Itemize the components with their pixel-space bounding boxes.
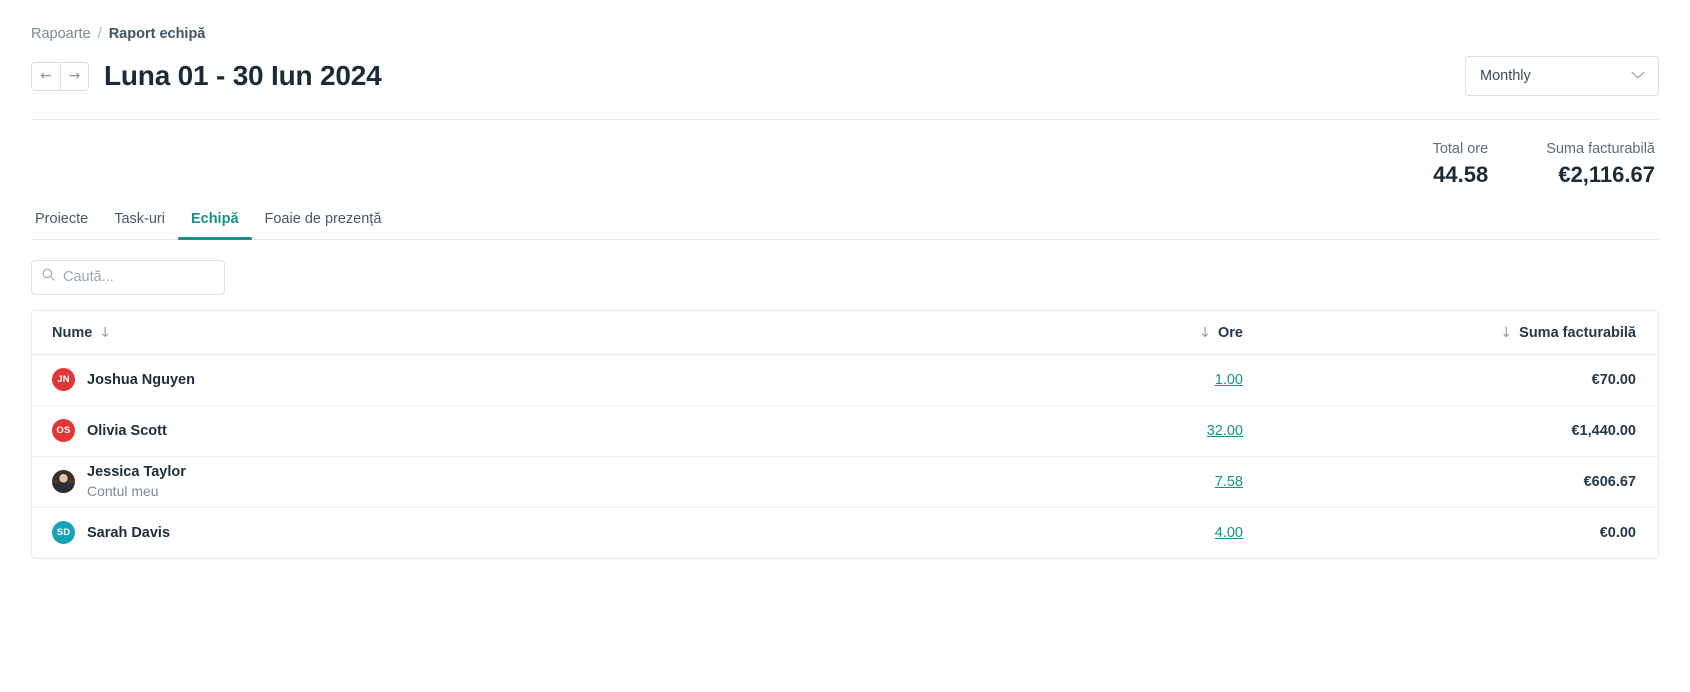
total-billable-block: Suma facturabilă €2,116.67 <box>1546 139 1655 190</box>
table-row[interactable]: OS Olivia Scott 32.00 €1,440.00 <box>32 405 1658 457</box>
table-row[interactable]: JN Joshua Nguyen 1.00 €70.00 <box>32 354 1658 406</box>
sort-descending-icon: ↓ <box>99 324 112 341</box>
hours-link[interactable]: 7.58 <box>1215 474 1243 490</box>
table-header-row: Nume ↓ ↓ Ore ↓ Suma facturabilă <box>32 310 1658 355</box>
table-body: JN Joshua Nguyen 1.00 €70.00 OS Olivia S… <box>32 354 1658 558</box>
hours-cell: 4.00 <box>932 507 1262 558</box>
team-table: Nume ↓ ↓ Ore ↓ Suma facturabilă JN Joshu… <box>31 309 1659 560</box>
avatar-photo <box>52 470 75 494</box>
table-row[interactable]: Jessica Taylor Contul meu 7.58 €606.67 <box>32 456 1658 508</box>
name-cell: OS Olivia Scott <box>32 405 932 457</box>
sort-descending-icon: ↓ <box>1199 324 1211 341</box>
hours-cell: 32.00 <box>932 405 1262 457</box>
page-header: ← → Luna 01 - 30 Iun 2024 Monthly <box>31 55 1659 97</box>
tab-echipa[interactable]: Echipă <box>177 211 252 240</box>
column-header-hours-label: Ore <box>1218 324 1243 341</box>
avatar: SD <box>52 521 75 545</box>
member-name: Sarah Davis <box>87 524 171 541</box>
team-report-page: Rapoarte / Raport echipă ← → Luna 01 - 3… <box>0 0 1690 692</box>
member-name: Joshua Nguyen <box>87 371 195 388</box>
member-subtitle: Contul meu <box>87 483 159 500</box>
hours-cell: 7.58 <box>932 456 1262 508</box>
total-hours-value: 44.58 <box>1433 162 1489 188</box>
search-input[interactable] <box>63 269 214 286</box>
avatar-initials: OS <box>56 425 71 437</box>
breadcrumb-current[interactable]: Raport echipă <box>109 26 206 42</box>
name-cell: SD Sarah Davis <box>32 507 932 558</box>
column-header-hours[interactable]: ↓ Ore <box>932 310 1262 355</box>
sort-descending-icon: ↓ <box>1500 324 1513 341</box>
total-billable-value: €2,116.67 <box>1558 162 1655 188</box>
avatar: JN <box>52 368 75 392</box>
page-title: Luna 01 - 30 Iun 2024 <box>104 60 382 91</box>
amount-cell: €70.00 <box>1262 354 1658 406</box>
search-box[interactable] <box>31 259 225 295</box>
column-header-amount[interactable]: ↓ Suma facturabilă <box>1262 310 1658 355</box>
breadcrumb: Rapoarte / Raport echipă <box>31 0 1659 42</box>
avatar-initials: SD <box>56 527 71 539</box>
period-select[interactable]: Monthly <box>1465 56 1659 96</box>
column-header-name-label: Nume <box>52 324 93 341</box>
tab-taskuri[interactable]: Task-uri <box>101 211 178 239</box>
tab-proiecte[interactable]: Proiecte <box>31 211 101 239</box>
avatar: OS <box>52 419 75 443</box>
avatar <box>52 470 75 494</box>
total-billable-label: Suma facturabilă <box>1546 141 1655 157</box>
name-cell: JN Joshua Nguyen <box>32 354 932 406</box>
previous-period-button[interactable]: ← <box>32 62 60 90</box>
total-hours-block: Total ore 44.58 <box>1433 139 1489 190</box>
column-header-name[interactable]: Nume ↓ <box>32 310 932 355</box>
member-name: Olivia Scott <box>87 422 167 439</box>
tab-foaie-de-prezenta[interactable]: Foaie de prezență <box>252 211 395 239</box>
next-period-button[interactable]: → <box>60 62 88 90</box>
breadcrumb-root[interactable]: Rapoarte <box>31 26 91 42</box>
hours-link[interactable]: 4.00 <box>1215 525 1243 541</box>
hours-link[interactable]: 1.00 <box>1215 372 1243 388</box>
hours-link[interactable]: 32.00 <box>1207 423 1243 439</box>
search-icon <box>42 268 55 286</box>
chevron-down-icon <box>1631 69 1645 84</box>
breadcrumb-separator: / <box>97 26 102 42</box>
period-select-value: Monthly <box>1480 68 1531 84</box>
column-header-amount-label: Suma facturabilă <box>1519 324 1636 341</box>
report-tabs: Proiecte Task-uri Echipă Foaie de prezen… <box>31 206 1659 240</box>
amount-cell: €606.67 <box>1262 456 1658 508</box>
period-nav-group: ← → <box>31 61 89 91</box>
amount-cell: €1,440.00 <box>1262 405 1658 457</box>
amount-cell: €0.00 <box>1599 524 1636 541</box>
hours-cell: 1.00 <box>932 354 1262 406</box>
summary-totals: Total ore 44.58 Suma facturabilă €2,116.… <box>31 120 1659 190</box>
total-hours-label: Total ore <box>1432 141 1489 157</box>
avatar-initials: JN <box>57 374 70 386</box>
member-name: Jessica Taylor <box>87 463 186 480</box>
name-cell: Jessica Taylor Contul meu <box>32 456 932 508</box>
table-row[interactable]: SD Sarah Davis 4.00 €0.00 <box>32 507 1658 558</box>
